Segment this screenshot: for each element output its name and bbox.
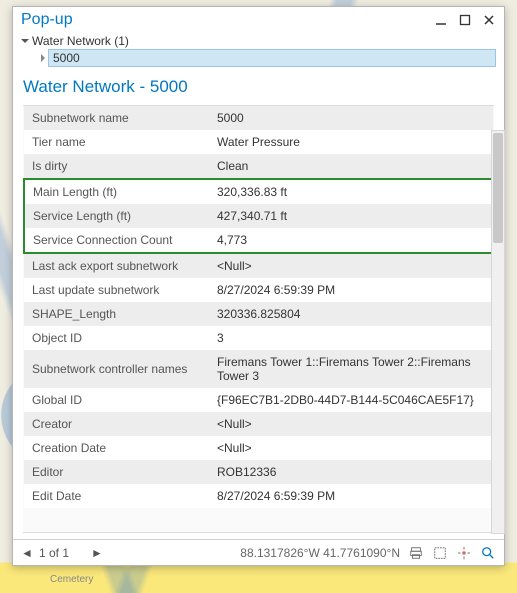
attr-label: Creation Date (24, 436, 209, 460)
attr-label: Last update subnetwork (24, 278, 209, 302)
attr-label: Service Length (ft) (24, 204, 209, 228)
tree-root-label: Water Network (1) (32, 34, 129, 48)
attr-label: Subnetwork name (24, 106, 209, 130)
attr-label: Service Connection Count (24, 228, 209, 253)
map-label-cemetery: Cemetery (50, 574, 93, 585)
table-row: Subnetwork name5000 (24, 106, 493, 130)
attr-value: 320336.825804 (209, 302, 493, 326)
table-row: EditorROB12336 (24, 460, 493, 484)
attr-label: Edit Date (24, 484, 209, 508)
attr-label: Tier name (24, 130, 209, 154)
minimize-button[interactable] (434, 13, 448, 27)
popup-window: Pop-up Water Network (1) 5000 Water Netw… (12, 6, 505, 566)
attr-value: <Null> (209, 253, 493, 278)
attribute-table-container: Subnetwork name5000Tier nameWater Pressu… (23, 105, 494, 533)
status-bar: ◄ 1 of 1 ► 88.1317826°W 41.7761090°N (13, 539, 504, 565)
attr-label: Last ack export subnetwork (24, 253, 209, 278)
record-counter: 1 of 1 (39, 546, 83, 560)
table-row: Subnetwork controller namesFiremans Towe… (24, 350, 493, 388)
scrollbar-thumb[interactable] (493, 133, 503, 243)
prev-record-button[interactable]: ◄ (21, 546, 31, 560)
attribute-table: Subnetwork name5000Tier nameWater Pressu… (23, 106, 494, 508)
table-row: Last update subnetwork8/27/2024 6:59:39 … (24, 278, 493, 302)
attr-label: Main Length (ft) (24, 179, 209, 204)
attr-value: 320,336.83 ft (209, 179, 493, 204)
window-title: Pop-up (21, 11, 434, 29)
select-icon[interactable] (432, 545, 448, 561)
attr-label: Object ID (24, 326, 209, 350)
window-header: Pop-up (13, 7, 504, 31)
attr-value: Water Pressure (209, 130, 493, 154)
table-row: Service Connection Count4,773 (24, 228, 493, 253)
tree-child[interactable]: 5000 (39, 49, 496, 67)
table-row: Creation Date<Null> (24, 436, 493, 460)
print-icon[interactable] (408, 545, 424, 561)
coordinates-readout: 88.1317826°W 41.7761090°N (240, 546, 400, 560)
expand-arrow-right-icon (41, 54, 45, 62)
attr-value: 3 (209, 326, 493, 350)
table-row: Tier nameWater Pressure (24, 130, 493, 154)
feature-tree: Water Network (1) 5000 (13, 31, 504, 71)
attr-value: 4,773 (209, 228, 493, 253)
attr-value: <Null> (209, 412, 493, 436)
table-row: Object ID3 (24, 326, 493, 350)
attr-value: <Null> (209, 436, 493, 460)
attr-value: {F96EC7B1-2DB0-44D7-B144-5C046CAE5F17} (209, 388, 493, 412)
popup-content-title: Water Network - 5000 (13, 71, 504, 105)
attr-label: SHAPE_Length (24, 302, 209, 326)
tree-selected-item[interactable]: 5000 (48, 49, 496, 67)
table-row: Global ID{F96EC7B1-2DB0-44D7-B144-5C046C… (24, 388, 493, 412)
attr-label: Is dirty (24, 154, 209, 179)
maximize-button[interactable] (458, 13, 472, 27)
attr-value: Clean (209, 154, 493, 179)
attr-value: Firemans Tower 1::Firemans Tower 2::Fire… (209, 350, 493, 388)
table-row: Last ack export subnetwork<Null> (24, 253, 493, 278)
table-row: Edit Date8/27/2024 6:59:39 PM (24, 484, 493, 508)
attr-value: 8/27/2024 6:59:39 PM (209, 278, 493, 302)
table-row: Main Length (ft)320,336.83 ft (24, 179, 493, 204)
attr-value: 5000 (209, 106, 493, 130)
attr-label: Subnetwork controller names (24, 350, 209, 388)
table-row: Creator<Null> (24, 412, 493, 436)
attr-value: ROB12336 (209, 460, 493, 484)
table-row: Is dirtyClean (24, 154, 493, 179)
table-row: SHAPE_Length320336.825804 (24, 302, 493, 326)
attr-label: Editor (24, 460, 209, 484)
zoom-icon[interactable] (480, 545, 496, 561)
vertical-scrollbar[interactable] (491, 130, 505, 534)
attr-label: Global ID (24, 388, 209, 412)
tree-root[interactable]: Water Network (1) (21, 33, 496, 49)
table-row: Service Length (ft)427,340.71 ft (24, 204, 493, 228)
attr-value: 427,340.71 ft (209, 204, 493, 228)
next-record-button[interactable]: ► (91, 546, 101, 560)
expand-arrow-down-icon (21, 39, 29, 43)
close-button[interactable] (482, 13, 496, 27)
flash-icon[interactable] (456, 545, 472, 561)
attr-label: Creator (24, 412, 209, 436)
attr-value: 8/27/2024 6:59:39 PM (209, 484, 493, 508)
